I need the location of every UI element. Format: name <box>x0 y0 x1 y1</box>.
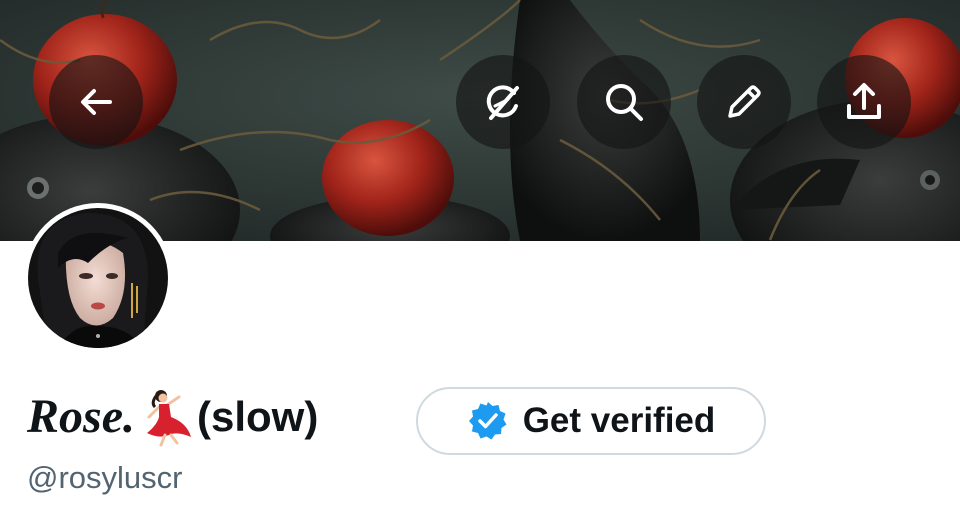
back-button[interactable] <box>49 55 143 149</box>
display-name-row: Rose. (slow) <box>27 382 318 452</box>
display-name: Rose. <box>27 390 135 443</box>
get-verified-label: Get verified <box>522 401 716 440</box>
display-name-suffix: (slow) <box>197 393 319 440</box>
dancer-emoji-icon <box>139 387 195 447</box>
search-icon <box>606 84 643 121</box>
grok-icon <box>486 85 519 120</box>
grok-button[interactable] <box>456 55 550 149</box>
search-button[interactable] <box>577 55 671 149</box>
share-button[interactable] <box>817 55 911 149</box>
edit-profile-button[interactable] <box>697 55 791 149</box>
profile-page: Rose. (slow) Get verified @rosyluscr <box>0 0 960 507</box>
share-icon <box>847 83 881 119</box>
get-verified-button[interactable]: Get verified <box>416 387 766 455</box>
profile-banner[interactable] <box>0 0 960 241</box>
profile-handle: @rosyluscr <box>27 460 183 495</box>
avatar-image <box>28 208 168 348</box>
arrow-left-icon <box>81 89 112 115</box>
verified-badge-icon <box>468 402 507 440</box>
pencil-icon <box>728 85 761 118</box>
avatar[interactable] <box>23 203 173 353</box>
